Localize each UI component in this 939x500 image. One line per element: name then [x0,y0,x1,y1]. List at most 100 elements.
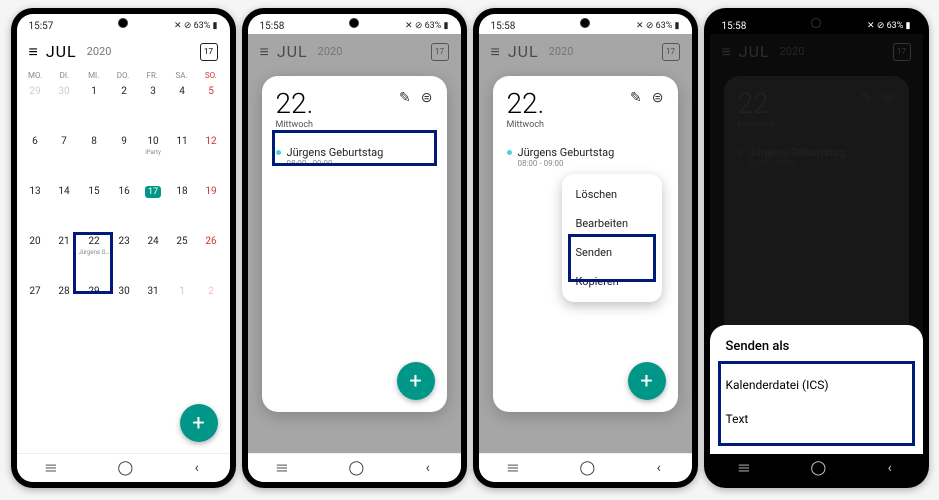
day-cell[interactable]: 1 [78,82,109,132]
phone-3: 15:58 ✕ ⊘ 63% ▮ ≡ JUL 2020 17 22. Mittwo… [473,8,698,488]
add-event-fab[interactable]: + [628,362,666,400]
status-bar: 15:58 ✕ ⊘ 63% ▮ [710,14,923,36]
back-button[interactable]: ‹ [888,460,892,476]
home-button[interactable]: ◯ [348,460,364,476]
clock: 15:58 [260,21,285,32]
option-text[interactable]: Text [726,402,907,436]
event-time: 08:00 - 09:00 [287,159,384,168]
clock: 15:58 [491,21,516,32]
month-grid[interactable]: 29 30 1 2 3 4 5 6 7 8 9 10iParty 11 12 1… [17,82,230,332]
note-icon[interactable]: ✎ [399,90,411,106]
day-cell[interactable]: 5 [197,82,226,132]
nav-bar: ||| ◯ ‹ [479,453,692,482]
home-button[interactable]: ◯ [579,460,595,476]
note-icon[interactable]: ✎ [630,90,642,106]
day-cell[interactable]: 30 [49,82,78,132]
day-cell[interactable]: 30 [110,282,139,332]
day-cell[interactable]: 29 [21,82,50,132]
day-cell[interactable]: 14 [49,182,78,232]
phone-1: 15:57 ✕ ⊘ 63% ▮ ≡ JUL 2020 17 MO. DI. MI… [11,8,236,488]
status-bar: 15:58 ✕ ⊘ 63% ▮ [479,14,692,36]
event-title: Jürgens Geburtstag [287,146,384,159]
weekday-row: MO. DI. MI. DO. FR. SA. SO. [17,67,230,82]
day-cell[interactable]: 29 [78,282,109,332]
card-header: 22. Mittwoch ✎ ⊜ [276,90,433,130]
day-cell[interactable]: 6 [21,132,50,182]
day-cell[interactable]: 27 [21,282,50,332]
day-cell[interactable]: 31 [139,282,168,332]
recents-button[interactable]: ||| [507,464,521,473]
back-button[interactable]: ‹ [426,460,430,476]
option-ics[interactable]: Kalenderdatei (ICS) [726,368,907,402]
screen-3: 15:58 ✕ ⊘ 63% ▮ ≡ JUL 2020 17 22. Mittwo… [479,14,692,482]
recents-button[interactable]: ||| [738,464,752,473]
status-icons: ✕ ⊘ 63% ▮ [636,21,679,31]
status-icons: ✕ ⊘ 63% ▮ [867,21,910,31]
day-card: 22. Mittwoch ✎ ⊜ Jürgens Geburtstag 08:0… [262,76,447,412]
sheet-title: Senden als [726,339,907,354]
day-cell[interactable]: 16 [110,182,139,232]
menu-item-send[interactable]: Senden [562,238,662,267]
day-cell-selected[interactable]: 22Jürgens G… [78,232,109,282]
add-event-fab[interactable]: + [180,404,218,442]
day-cell[interactable]: 15 [78,182,109,232]
day-cell[interactable]: 9 [110,132,139,182]
month-label[interactable]: JUL [46,42,77,61]
back-button[interactable]: ‹ [657,460,661,476]
camera-hole [349,18,359,28]
home-button[interactable]: ◯ [810,460,826,476]
day-cell[interactable]: 4 [168,82,197,132]
event-dot-icon [276,150,281,155]
recents-button[interactable]: ||| [276,464,290,473]
day-cell[interactable]: 20 [21,232,50,282]
event-row[interactable]: Jürgens Geburtstag 08:00 - 09:00 [276,144,433,170]
day-cell[interactable]: 8 [78,132,109,182]
day-cell[interactable]: 23 [110,232,139,282]
clock: 15:57 [29,21,54,32]
menu-item-copy[interactable]: Kopieren [562,267,662,296]
day-cell-today[interactable]: 17 [139,182,168,232]
menu-icon[interactable]: ≡ [29,44,38,60]
clock: 15:58 [722,21,747,32]
day-cell[interactable]: 26 [197,232,226,282]
day-cell[interactable]: 7 [49,132,78,182]
today-icon[interactable]: 17 [200,43,218,61]
day-cell[interactable]: 25 [168,232,197,282]
context-menu: Löschen Bearbeiten Senden Kopieren [562,174,662,302]
day-cell[interactable]: 12 [197,132,226,182]
settings-toggle-icon[interactable]: ⊜ [652,90,664,106]
day-cell[interactable]: 3 [139,82,168,132]
day-cell[interactable]: 21 [49,232,78,282]
nav-bar: ||| ◯ ‹ [17,453,230,482]
event-title: Jürgens Geburtstag [518,146,615,159]
day-cell[interactable]: 11 [168,132,197,182]
day-cell[interactable]: 1 [168,282,197,332]
day-cell[interactable]: 24 [139,232,168,282]
day-name: Mittwoch [276,120,314,130]
day-cell[interactable]: 19 [197,182,226,232]
day-cell[interactable]: 18 [168,182,197,232]
recents-button[interactable]: ||| [45,464,59,473]
day-cell[interactable]: 28 [49,282,78,332]
nav-bar: ||| ◯ ‹ [248,453,461,482]
menu-item-delete[interactable]: Löschen [562,180,662,209]
day-name: Mittwoch [507,120,545,130]
home-button[interactable]: ◯ [117,460,133,476]
settings-toggle-icon[interactable]: ⊜ [421,90,433,106]
day-cell[interactable]: 10iParty [139,132,168,182]
back-button[interactable]: ‹ [195,460,199,476]
add-event-fab[interactable]: + [397,362,435,400]
day-number: 22. [507,90,545,118]
status-bar: 15:58 ✕ ⊘ 63% ▮ [248,14,461,36]
card-header: 22. Mittwoch ✎ ⊜ [507,90,664,130]
day-cell[interactable]: 13 [21,182,50,232]
day-cell[interactable]: 2 [110,82,139,132]
status-icons: ✕ ⊘ 63% ▮ [174,21,217,31]
screen-1: 15:57 ✕ ⊘ 63% ▮ ≡ JUL 2020 17 MO. DI. MI… [17,14,230,482]
screen-2: 15:58 ✕ ⊘ 63% ▮ ≡ JUL 2020 17 22. Mittwo… [248,14,461,482]
event-row[interactable]: Jürgens Geburtstag 08:00 - 09:00 [507,144,664,170]
day-cell[interactable]: 2 [197,282,226,332]
menu-item-edit[interactable]: Bearbeiten [562,209,662,238]
camera-hole [580,18,590,28]
nav-bar: ||| ◯ ‹ [710,454,923,482]
